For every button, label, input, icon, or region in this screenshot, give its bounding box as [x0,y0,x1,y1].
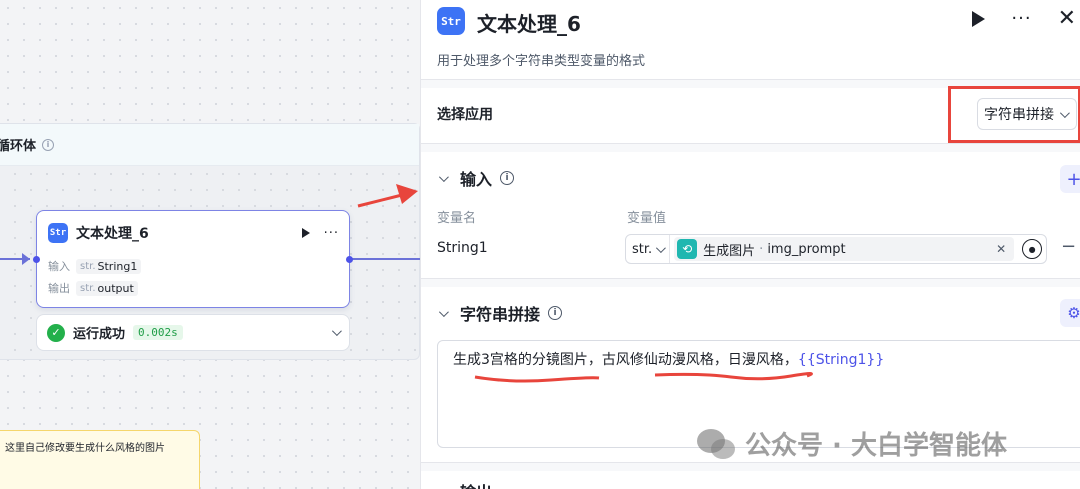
node-output-port[interactable] [346,256,353,263]
variable-reference[interactable]: ⟲ 生成图片 · img_prompt ✕ [674,237,1015,261]
node-header: Str 文本处理_6 ··· [48,222,339,244]
concat-section-header[interactable]: 字符串拼接 i [438,301,563,325]
annotation-underline [474,372,813,383]
node-output-row: 输出 str. output [48,280,138,296]
loop-reference-icon: ⟲ [677,239,698,259]
workflow-canvas[interactable]: 循环体 i Str 文本处理_6 ··· 输入 str. String1 输出 [0,0,420,489]
watermark: 公众号 · 大白学智能体 [697,425,1007,462]
status-time-badge: 0.002s [133,325,183,340]
variable-name-field[interactable]: String1 [437,240,488,256]
node-output-label: 输出 [48,282,70,295]
clear-reference-icon[interactable]: ✕ [996,242,1006,256]
add-variable-button[interactable]: + [1060,165,1080,193]
column-header-value: 变量值 [627,211,667,226]
chevron-down-icon[interactable] [331,326,342,337]
reference-source: 生成图片 [703,243,756,259]
reference-field: img_prompt [767,241,846,257]
settings-gear-icon[interactable]: ⚙ [1060,299,1080,327]
node-input-row: 输入 str. String1 [48,258,142,274]
variable-value-field[interactable]: str. ⟲ 生成图片 · img_prompt ✕ ● [625,234,1047,264]
node-input-label: 输入 [48,260,70,273]
run-status-bar[interactable]: ✓ 运行成功 0.002s [36,314,350,351]
reference-separator: · [759,241,764,257]
info-icon[interactable]: i [500,171,515,185]
variable-type-value: str. [632,241,653,257]
concat-section-title: 字符串拼接 [460,305,541,324]
success-check-icon: ✓ [47,323,65,342]
note-text: 这里自己修改要生成什么风格的图片 [5,443,165,454]
type-label: str. [80,260,96,272]
info-icon[interactable]: i [548,306,563,320]
close-icon[interactable]: ✕ [1058,8,1076,30]
sticky-note[interactable]: 这里自己修改要生成什么风格的图片 [0,430,200,489]
node-config-panel: Str 文本处理_6 用于处理多个字符串类型变量的格式 ··· ✕ 选择应用 字… [420,0,1080,489]
node-input-port[interactable] [33,256,40,263]
chevron-down-icon[interactable] [438,171,449,182]
template-variable: {{String1}} [797,352,885,368]
output-section-title: 输出 [460,479,492,489]
text-processing-icon: Str [437,7,465,35]
panel-title: 文本处理_6 [477,12,581,36]
column-header-name: 变量名 [437,211,477,226]
edge-arrow-icon [22,253,30,265]
node-output-tag: str. output [76,280,138,296]
type-label: str. [80,282,96,294]
text-process-node[interactable]: Str 文本处理_6 ··· 输入 str. String1 输出 str. o… [33,210,353,308]
node-title: 文本处理_6 [76,226,149,242]
panel-header: Str 文本处理_6 用于处理多个字符串类型变量的格式 ··· ✕ [421,0,1080,80]
status-text: 运行成功 [73,327,126,342]
output-section: 输出 [421,471,1080,489]
annotation-arrow-icon [357,184,418,208]
remove-variable-button[interactable]: − [1061,236,1076,257]
watermark-text: 公众号 · 大白学智能体 [745,431,1007,461]
panel-actions: ··· ✕ [972,8,1076,30]
annotation-highlight-box [948,86,1080,143]
variable-type-select[interactable]: str. [626,235,671,263]
template-text-part: 生成3宫格的分镜图片， [453,352,602,368]
run-icon[interactable] [972,11,986,27]
node-input-value: String1 [97,259,138,273]
template-text-part: 日漫风格， [727,352,798,368]
loop-header: 循环体 i [0,124,419,166]
input-section: 输入 i + 变量名 变量值 String1 str. ⟲ 生成图片 · img… [421,152,1080,279]
info-icon[interactable]: i [42,138,55,151]
loop-title: 循环体 [0,139,37,154]
more-options-icon[interactable]: ··· [324,226,339,241]
chevron-down-icon[interactable] [438,306,449,317]
output-section-header[interactable]: 输出 [438,479,492,489]
more-options-icon[interactable]: ··· [1011,10,1031,28]
text-processing-icon: Str [48,223,68,243]
node-actions: ··· [301,226,339,241]
variable-picker-icon[interactable]: ● [1022,239,1043,259]
panel-description: 用于处理多个字符串类型变量的格式 [437,54,646,69]
run-node-icon[interactable] [301,228,310,238]
node-output-value: output [97,281,134,295]
input-section-header[interactable]: 输入 i [438,166,515,190]
template-text-part: 古风修仙动漫风格， [601,352,728,368]
input-section-title: 输入 [460,170,493,189]
wechat-icon [697,427,737,461]
edge-line-out [352,258,420,260]
chevron-down-icon[interactable] [438,484,449,489]
app-select-label: 选择应用 [437,107,493,123]
chevron-down-icon [656,242,667,253]
node-input-tag: str. String1 [76,258,142,274]
